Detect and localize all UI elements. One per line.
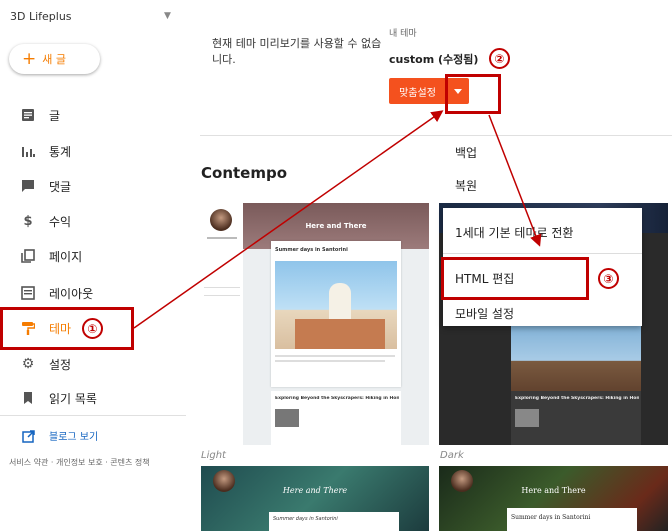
sidebar-item-posts[interactable]: 글 bbox=[0, 101, 186, 129]
thumb-post-card: Summer days in Santorini bbox=[271, 241, 401, 387]
sidebar-item-label: 페이지 bbox=[49, 249, 83, 264]
thumb-post-title: Summer days in Santorini bbox=[275, 247, 348, 253]
customize-button[interactable]: 맞춤설정 bbox=[389, 78, 446, 104]
new-post-button[interactable]: + 새 글 bbox=[9, 44, 100, 74]
thumb-4-post-title: Summer days in Santorini bbox=[511, 514, 591, 521]
menu-item-mobile-settings[interactable]: 모바일 설정 bbox=[455, 305, 514, 322]
thumb-post-image bbox=[275, 261, 397, 349]
sidebar-divider bbox=[0, 415, 186, 416]
sidebar-item-label: 글 bbox=[49, 108, 61, 123]
thumb-3-title: Here and There bbox=[282, 486, 348, 495]
comment-icon bbox=[21, 179, 35, 193]
dollar-icon: $ bbox=[23, 213, 33, 229]
sidebar: 3D Lifeplus ▼ + 새 글 글 통계 댓글 $ 수익 페이지 레이아… bbox=[0, 0, 186, 531]
theme-thumbnail-4[interactable]: Here and There Summer days in Santorini bbox=[439, 466, 668, 531]
annotation-number-3: ③ bbox=[598, 268, 619, 289]
external-link-icon bbox=[22, 428, 35, 447]
view-blog-link[interactable]: 블로그 보기 bbox=[0, 425, 186, 447]
thumb-sidebar bbox=[201, 203, 243, 445]
bookmark-icon bbox=[21, 391, 35, 405]
sidebar-item-comments[interactable]: 댓글 bbox=[0, 172, 186, 200]
sidebar-item-reading-list[interactable]: 읽기 목록 bbox=[0, 384, 186, 412]
annotation-box-dropdown bbox=[445, 74, 501, 114]
section-divider bbox=[200, 135, 672, 136]
sidebar-item-earnings[interactable]: $ 수익 bbox=[0, 207, 186, 235]
thumb-header-title: Here and There bbox=[305, 222, 367, 230]
blog-name[interactable]: 3D Lifeplus bbox=[10, 10, 72, 23]
theme-thumbnail-light[interactable]: Here and There Summer days in Santorini … bbox=[201, 203, 429, 445]
my-theme-label: 내 테마 bbox=[389, 29, 417, 39]
thumb-post-title-2: Exploring Beyond the Skyscrapers: Hiking… bbox=[275, 396, 399, 401]
my-theme-name: custom (수정됨) bbox=[389, 53, 479, 66]
menu-item-restore[interactable]: 복원 bbox=[455, 177, 477, 194]
sidebar-item-label: 수익 bbox=[49, 214, 72, 229]
view-blog-label: 블로그 보기 bbox=[49, 432, 99, 443]
sidebar-item-pages[interactable]: 페이지 bbox=[0, 242, 186, 270]
annotation-box-edit-html bbox=[441, 257, 589, 300]
annotation-number-2: ② bbox=[489, 48, 510, 69]
thumb-dark-image bbox=[511, 323, 641, 398]
thumb-3-card: Summer days in Santorini bbox=[269, 512, 399, 531]
new-post-label: 새 글 bbox=[42, 53, 66, 66]
thumb-4-title: Here and There bbox=[521, 486, 586, 495]
theme-thumbnail-3[interactable]: Here and There Summer days in Santorini bbox=[201, 466, 429, 531]
post-icon bbox=[21, 108, 35, 122]
blog-switcher-chevron-down-icon[interactable]: ▼ bbox=[164, 11, 171, 21]
sidebar-item-label: 레이아웃 bbox=[49, 286, 94, 301]
sidebar-item-label: 설정 bbox=[49, 357, 72, 372]
sidebar-item-label: 읽기 목록 bbox=[49, 391, 97, 406]
gear-icon: ⚙ bbox=[21, 356, 35, 372]
annotation-box-theme bbox=[0, 307, 134, 350]
thumb-post-card-2: Exploring Beyond the Skyscrapers: Hiking… bbox=[271, 391, 401, 445]
menu-item-switch-classic[interactable]: 1세대 기본 테마로 전환 bbox=[455, 224, 573, 241]
stats-icon bbox=[21, 144, 35, 158]
footer-links[interactable]: 서비스 약관 · 개인정보 보호 · 콘텐츠 정책 bbox=[9, 457, 150, 468]
theme-caption-dark: Dark bbox=[440, 450, 464, 461]
menu-separator bbox=[443, 253, 642, 254]
plus-icon: + bbox=[22, 48, 37, 69]
thumb-dark-post-title: Exploring Beyond the Skyscrapers: Hiking… bbox=[515, 396, 639, 401]
sidebar-item-label: 통계 bbox=[49, 144, 72, 159]
sidebar-item-stats[interactable]: 통계 bbox=[0, 137, 186, 165]
theme-caption-light: Light bbox=[201, 450, 226, 461]
theme-section-title: Contempo bbox=[201, 164, 288, 182]
preview-unavailable-text: 현재 테마 미리보기를 사용할 수 없습니다. bbox=[212, 37, 382, 66]
annotation-number-1: ① bbox=[82, 318, 103, 339]
sidebar-item-settings[interactable]: ⚙ 설정 bbox=[0, 350, 186, 378]
thumb-dark-card: Exploring Beyond the Skyscrapers: Hiking… bbox=[511, 391, 641, 445]
menu-item-backup[interactable]: 백업 bbox=[455, 144, 477, 161]
pages-icon bbox=[21, 249, 35, 263]
sidebar-item-layout[interactable]: 레이아웃 bbox=[0, 279, 186, 307]
sidebar-item-label: 댓글 bbox=[49, 179, 72, 194]
layout-icon bbox=[21, 286, 35, 300]
thumb-3-post-title: Summer days in Santorini bbox=[273, 516, 338, 522]
thumb-4-card: Summer days in Santorini bbox=[507, 508, 637, 531]
